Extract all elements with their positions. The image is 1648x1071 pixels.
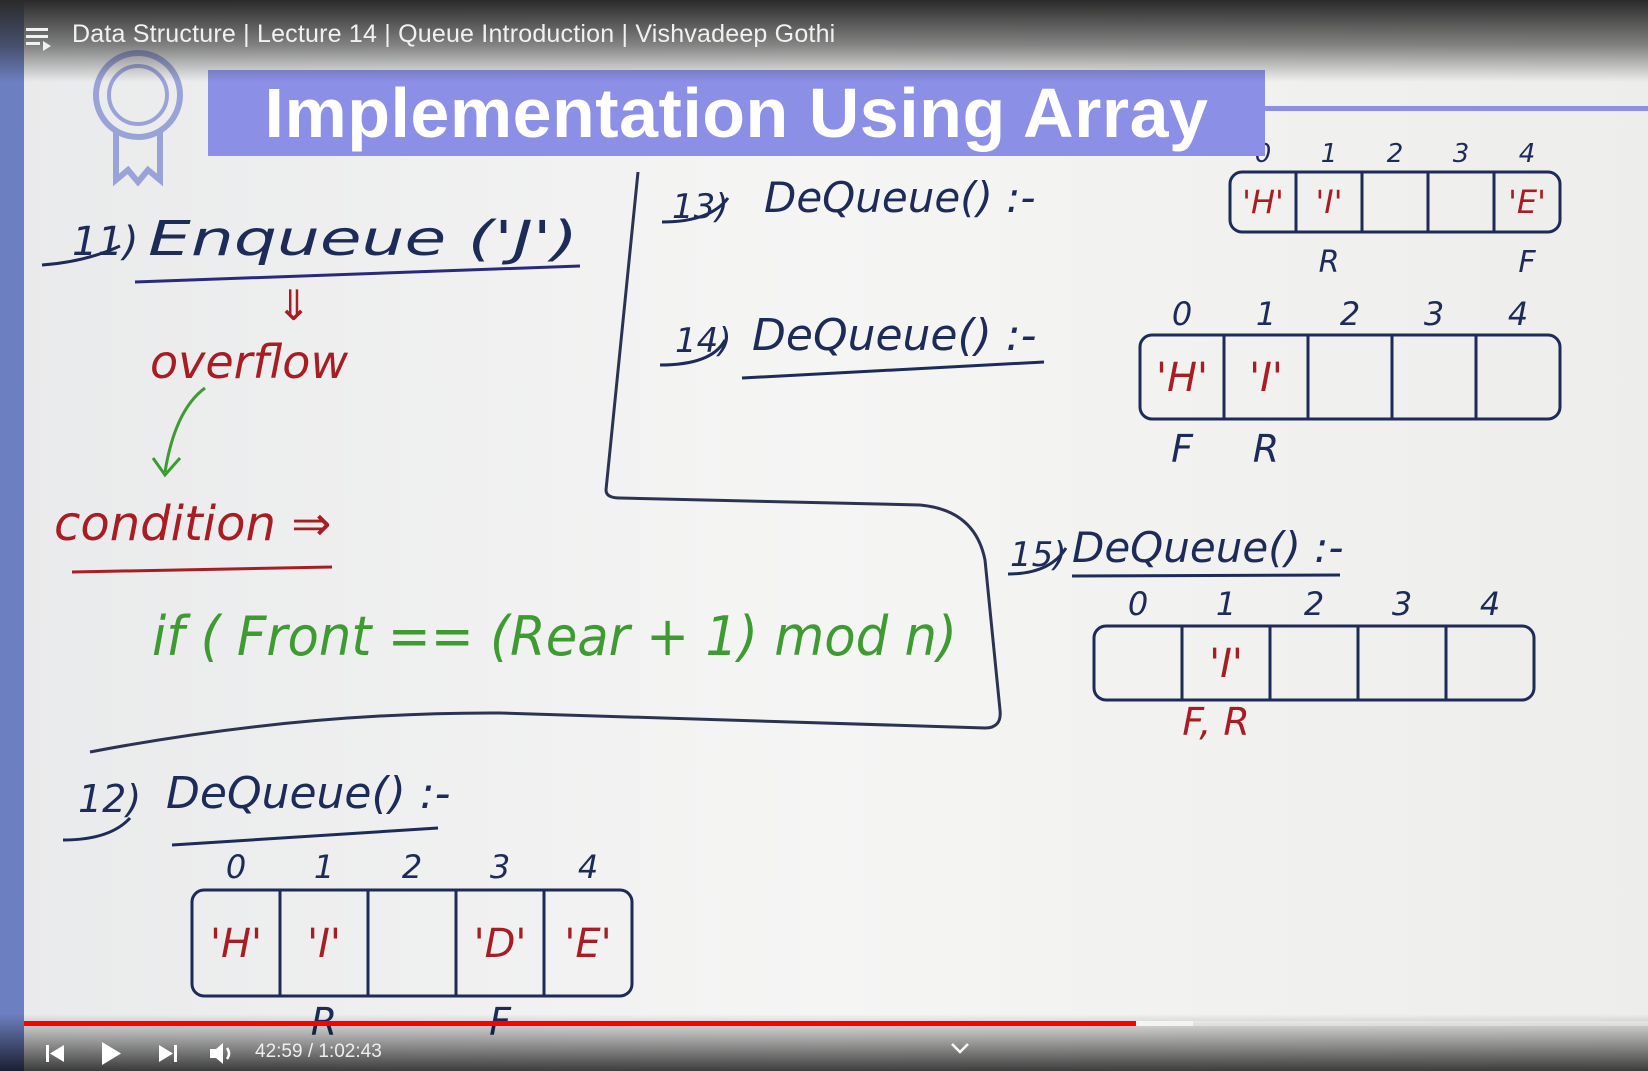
heading-rule — [1265, 106, 1648, 111]
condition-label: condition ⇒ — [54, 496, 331, 552]
slide-heading: Implementation Using Array — [264, 74, 1209, 152]
chevron-down-icon[interactable] — [948, 1040, 972, 1056]
array-index-label: 3 — [1392, 585, 1412, 623]
pointer-label-f: F — [1171, 427, 1194, 471]
play-icon[interactable] — [92, 1038, 128, 1068]
progress-played — [24, 1021, 1137, 1026]
overflow-label: overflow — [150, 335, 348, 389]
array-index-label: 2 — [1340, 295, 1360, 333]
volume-icon[interactable] — [204, 1038, 240, 1068]
playlist-menu-icon[interactable] — [24, 22, 54, 52]
array-index-label: 4 — [1508, 295, 1528, 333]
array-index-label: 4 — [1480, 585, 1500, 623]
array-index-label: 2 — [1387, 139, 1404, 169]
array-cell-value: 'H' — [210, 921, 262, 967]
array-cell-value: 'E' — [564, 921, 611, 967]
pointer-label-r: R — [1253, 427, 1279, 471]
video-player[interactable]: 11) Enqueue ('J') ⇓ overflow condition ⇒… — [0, 0, 1648, 1071]
skip-next-icon[interactable] — [150, 1038, 186, 1068]
step-14-text: DeQueue() :- — [752, 310, 1037, 361]
array-index-label: 1 — [1256, 295, 1276, 333]
array-index-label: 2 — [402, 848, 422, 886]
time-display: 42:59 / 1:02:43 — [255, 1041, 382, 1062]
array-index-label: 0 — [226, 848, 246, 886]
array-index-label: 1 — [314, 848, 334, 886]
array-cell-value: 'H' — [1156, 355, 1208, 401]
overflow-arrow: ⇓ — [276, 282, 311, 329]
array-index-label: 3 — [1453, 139, 1470, 169]
step-11-text: Enqueue ('J') — [148, 211, 578, 267]
pointer-label-r: R — [1319, 245, 1340, 280]
array-cell-value: 'H' — [1242, 183, 1284, 221]
array-index-label: 2 — [1304, 585, 1324, 623]
video-title[interactable]: Data Structure | Lecture 14 | Queue Intr… — [72, 20, 835, 49]
skip-previous-icon[interactable] — [38, 1038, 74, 1068]
whiteboard: 11) Enqueue ('J') ⇓ overflow condition ⇒… — [0, 0, 1648, 1071]
array-index-label: 3 — [1424, 295, 1444, 333]
array-index-label: 3 — [490, 848, 510, 886]
array-index-label: 1 — [1321, 139, 1338, 169]
step-12-text: DeQueue() :- — [166, 768, 451, 819]
array-cell-value: 'I' — [307, 921, 341, 967]
array-cell-value: 'I' — [1249, 355, 1283, 401]
array-index-label: 4 — [1519, 139, 1536, 169]
array-cell-value: 'I' — [1209, 641, 1243, 687]
step-13-text: DeQueue() :- — [764, 173, 1036, 222]
pointer-label-front-rear: F, R — [1182, 700, 1250, 744]
array-index-label: 4 — [578, 848, 598, 886]
step-15-text: DeQueue() :- — [1072, 523, 1344, 572]
array-cell-value: 'E' — [1508, 183, 1546, 221]
array-index-label: 0 — [1172, 295, 1192, 333]
array-index-label: 1 — [1216, 585, 1236, 623]
progress-bar[interactable] — [24, 1021, 1648, 1026]
array-cell-value: 'D' — [474, 921, 527, 967]
pointer-label-f: F — [1518, 245, 1536, 280]
array-cell-value: 'I' — [1315, 183, 1342, 221]
left-edge-strip — [0, 0, 24, 1071]
array-index-label: 0 — [1128, 585, 1148, 623]
condition-expression: if ( Front == (Rear + 1) mod n) — [152, 605, 957, 668]
step-12-number: 12) — [78, 777, 141, 821]
